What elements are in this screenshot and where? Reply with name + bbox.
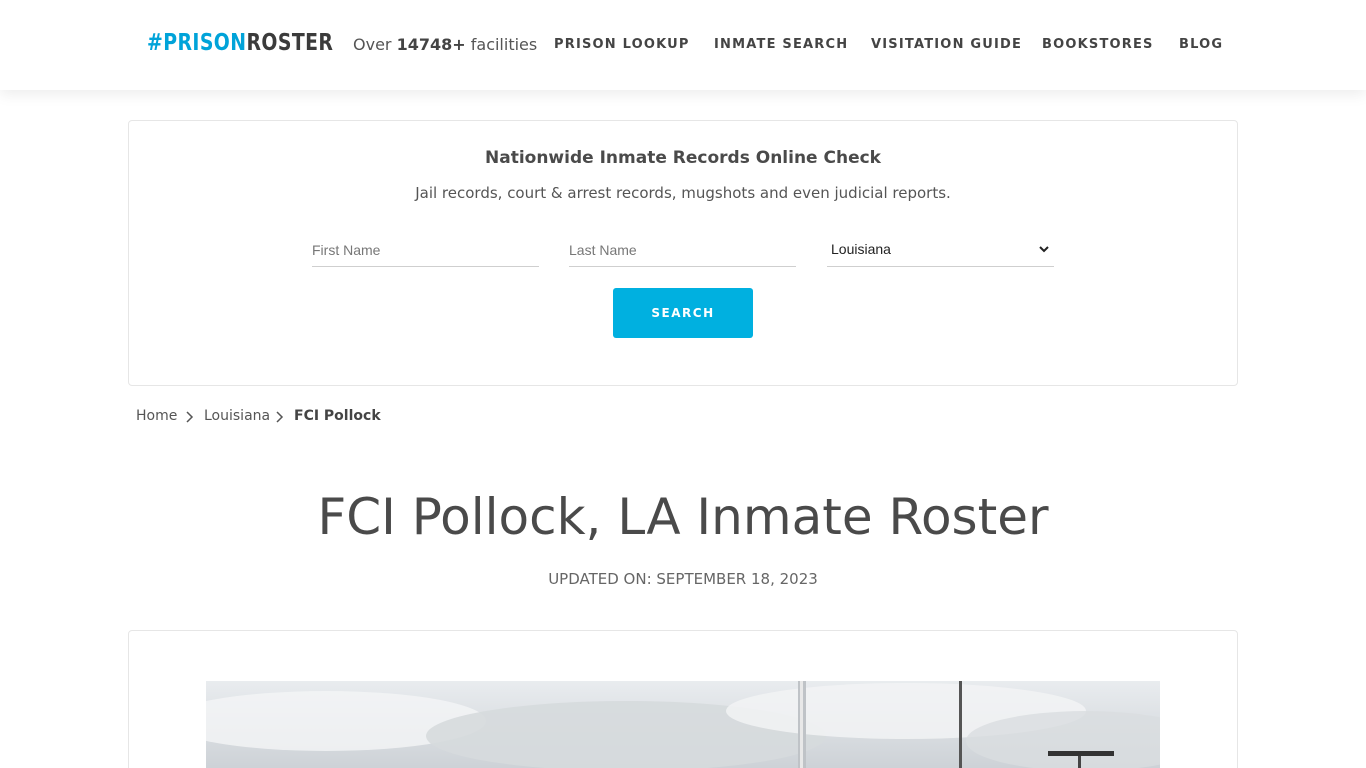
search-button[interactable]: SEARCH	[613, 288, 753, 338]
breadcrumb-state[interactable]: Louisiana	[204, 408, 270, 424]
state-select[interactable]: Louisiana	[827, 233, 1054, 267]
nav-prison-lookup[interactable]: PRISON LOOKUP	[554, 37, 690, 52]
chevron-down-icon	[1039, 246, 1049, 253]
search-subtitle: Jail records, court & arrest records, mu…	[415, 184, 951, 202]
site-header: #PRISONROSTER Over 14748+ facilities PRI…	[0, 0, 1366, 90]
state-select-value: Louisiana	[831, 241, 891, 257]
updated-date: UPDATED ON: SEPTEMBER 18, 2023	[548, 570, 818, 588]
nav-inmate-search[interactable]: INMATE SEARCH	[714, 37, 848, 52]
first-name-input[interactable]	[312, 233, 539, 267]
breadcrumb-home[interactable]: Home	[136, 408, 177, 424]
nav-blog[interactable]: BLOG	[1179, 37, 1223, 52]
nav-bookstores[interactable]: BOOKSTORES	[1042, 37, 1154, 52]
search-title: Nationwide Inmate Records Online Check	[485, 148, 881, 168]
chevron-right-icon	[186, 411, 194, 423]
nav-visitation-guide[interactable]: VISITATION GUIDE	[871, 37, 1022, 52]
photo-card	[128, 630, 1238, 768]
facility-photo	[206, 681, 1160, 768]
breadcrumb-current: FCI Pollock	[294, 408, 381, 424]
chevron-right-icon	[276, 411, 284, 423]
main-nav: PRISON LOOKUP INMATE SEARCH VISITATION G…	[0, 37, 1366, 57]
page-title: FCI Pollock, LA Inmate Roster	[317, 488, 1049, 546]
search-card: Nationwide Inmate Records Online Check J…	[128, 120, 1238, 386]
last-name-input[interactable]	[569, 233, 796, 267]
